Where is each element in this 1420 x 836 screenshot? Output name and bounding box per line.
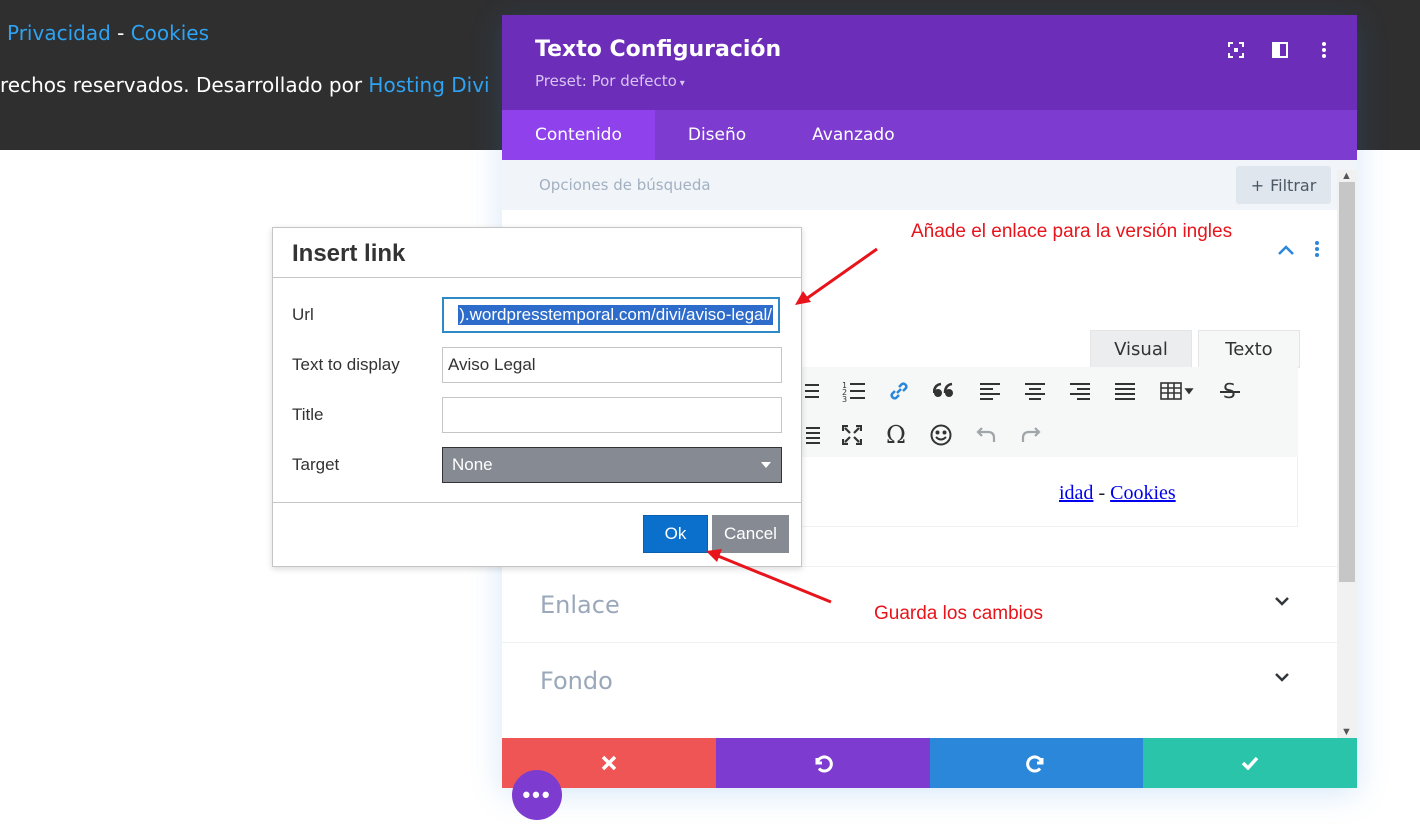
annotation-arrows xyxy=(706,247,878,604)
screen: Privacidad - Cookies rechos reservados. … xyxy=(0,0,1420,836)
arrow-to-url xyxy=(805,247,878,301)
arrow-to-ok xyxy=(717,554,832,604)
